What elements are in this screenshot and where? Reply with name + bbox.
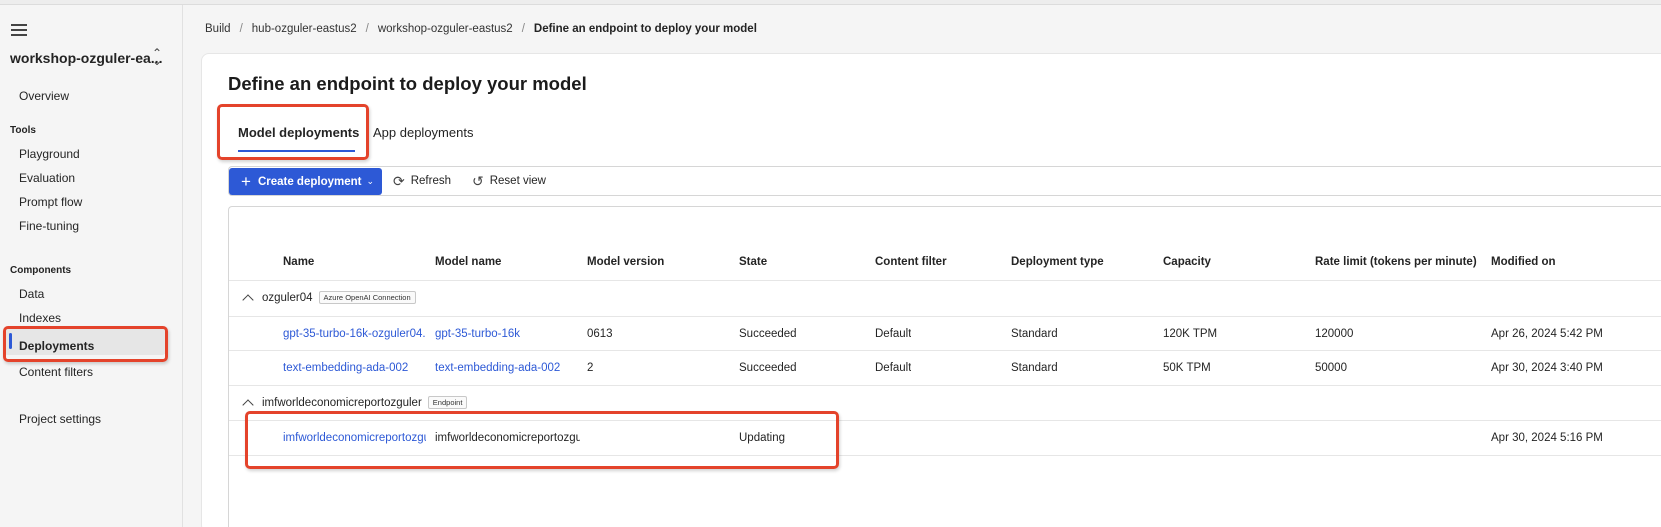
breadcrumb-separator: / [365, 23, 369, 35]
reset-view-label: Reset view [489, 175, 546, 187]
group-badge: Azure OpenAI Connection [318, 291, 416, 304]
model-version-cell: 2 [587, 362, 594, 374]
sidebar-item-content-filters[interactable]: Content filters [19, 365, 93, 379]
sidebar-item-playground[interactable]: Playground [19, 147, 80, 161]
refresh-icon: ⟳ [393, 173, 405, 189]
breadcrumb-separator: / [521, 23, 525, 35]
header-divider [229, 280, 1661, 281]
chevron-up-icon[interactable] [242, 293, 254, 306]
project-name[interactable]: workshop-ozguler-ea... [10, 50, 162, 66]
column-header-state[interactable]: State [739, 256, 767, 268]
group-header[interactable]: ozguler04 Azure OpenAI Connection [242, 291, 416, 306]
rate-limit-cell: 120000 [1315, 328, 1354, 340]
state-cell: Succeeded [739, 328, 797, 340]
sidebar-item-evaluation[interactable]: Evaluation [19, 171, 75, 185]
column-header-content-filter[interactable]: Content filter [875, 256, 947, 268]
chevron-down-icon: ⌄ [366, 176, 375, 186]
column-header-deployment-type[interactable]: Deployment type [1011, 256, 1104, 268]
chevron-updown-icon[interactable]: ⌃ ⌄ [152, 47, 162, 67]
create-deployment-button[interactable]: + Create deployment ⌄ [229, 168, 382, 195]
model-name-link[interactable]: gpt-35-turbo-16k [435, 328, 520, 340]
rate-limit-cell: 50000 [1315, 362, 1347, 374]
column-header-capacity[interactable]: Capacity [1163, 256, 1211, 268]
chevron-up-icon[interactable] [242, 398, 254, 411]
model-name-link[interactable]: text-embedding-ada-002 [435, 362, 560, 374]
content-filter-cell: Default [875, 362, 912, 374]
sidebar-item-fine-tuning[interactable]: Fine-tuning [19, 219, 79, 233]
group-badge: Endpoint [427, 396, 468, 409]
deployment-type-cell: Standard [1011, 328, 1058, 340]
content-filter-cell: Default [875, 328, 912, 340]
plus-icon: + [241, 172, 251, 191]
breadcrumb: Build / hub-ozguler-eastus2 / workshop-o… [205, 23, 757, 35]
refresh-label: Refresh [410, 175, 452, 187]
tools-heading: Tools [10, 125, 36, 136]
row-divider [229, 350, 1661, 351]
breadcrumb-build[interactable]: Build [205, 23, 231, 35]
modified-on-cell: Apr 30, 2024 5:16 PM [1491, 432, 1603, 444]
state-cell: Succeeded [739, 362, 797, 374]
modified-on-cell: Apr 26, 2024 5:42 PM [1491, 328, 1603, 340]
column-header-name[interactable]: Name [283, 256, 314, 268]
tab-app-deployments[interactable]: App deployments [373, 125, 473, 140]
deployment-type-cell: Standard [1011, 362, 1058, 374]
refresh-button[interactable]: ⟳ Refresh [393, 174, 451, 188]
group-name: imfworldeconomicreportozguler [262, 396, 422, 409]
top-bar [0, 0, 1661, 5]
deployment-name-link[interactable]: text-embedding-ada-002 [283, 362, 428, 374]
group-header[interactable]: imfworldeconomicreportozguler Endpoint [242, 396, 468, 411]
reset-icon: ↺ [472, 173, 484, 189]
capacity-cell: 120K TPM [1163, 328, 1218, 340]
row-divider [229, 385, 1661, 386]
breadcrumb-hub[interactable]: hub-ozguler-eastus2 [252, 23, 357, 35]
model-deployments-tab-highlight [217, 104, 369, 160]
breadcrumb-separator: / [239, 23, 243, 35]
model-version-cell: 0613 [587, 328, 613, 340]
modified-on-cell: Apr 30, 2024 3:40 PM [1491, 362, 1603, 374]
sidebar-item-indexes[interactable]: Indexes [19, 311, 61, 325]
group-name: ozguler04 [262, 291, 313, 304]
page-title: Define an endpoint to deploy your model [228, 73, 587, 94]
column-header-model-version[interactable]: Model version [587, 256, 664, 268]
reset-view-button[interactable]: ↺ Reset view [472, 174, 546, 188]
breadcrumb-project[interactable]: workshop-ozguler-eastus2 [378, 23, 513, 35]
capacity-cell: 50K TPM [1163, 362, 1211, 374]
sidebar-item-prompt-flow[interactable]: Prompt flow [19, 195, 82, 209]
breadcrumb-current: Define an endpoint to deploy your model [533, 23, 757, 35]
column-header-rate-limit[interactable]: Rate limit (tokens per minute) [1315, 256, 1477, 268]
column-header-modified-on[interactable]: Modified on [1491, 256, 1556, 268]
deployments-highlight [3, 326, 168, 362]
deployment-name-link[interactable]: gpt-35-turbo-16k-ozguler04. [283, 328, 428, 340]
sidebar-item-project-settings[interactable]: Project settings [19, 412, 101, 426]
create-deployment-label: Create deployment [257, 175, 362, 188]
components-heading: Components [10, 265, 72, 276]
updating-row-highlight [245, 411, 839, 469]
sidebar: workshop-ozguler-ea... ⌃ ⌄ Overview Tools… [0, 5, 183, 527]
hamburger-icon[interactable] [11, 24, 27, 36]
row-divider [229, 316, 1661, 317]
sidebar-item-data[interactable]: Data [19, 287, 44, 301]
column-header-model-name[interactable]: Model name [435, 256, 501, 268]
sidebar-item-overview[interactable]: Overview [19, 89, 69, 103]
